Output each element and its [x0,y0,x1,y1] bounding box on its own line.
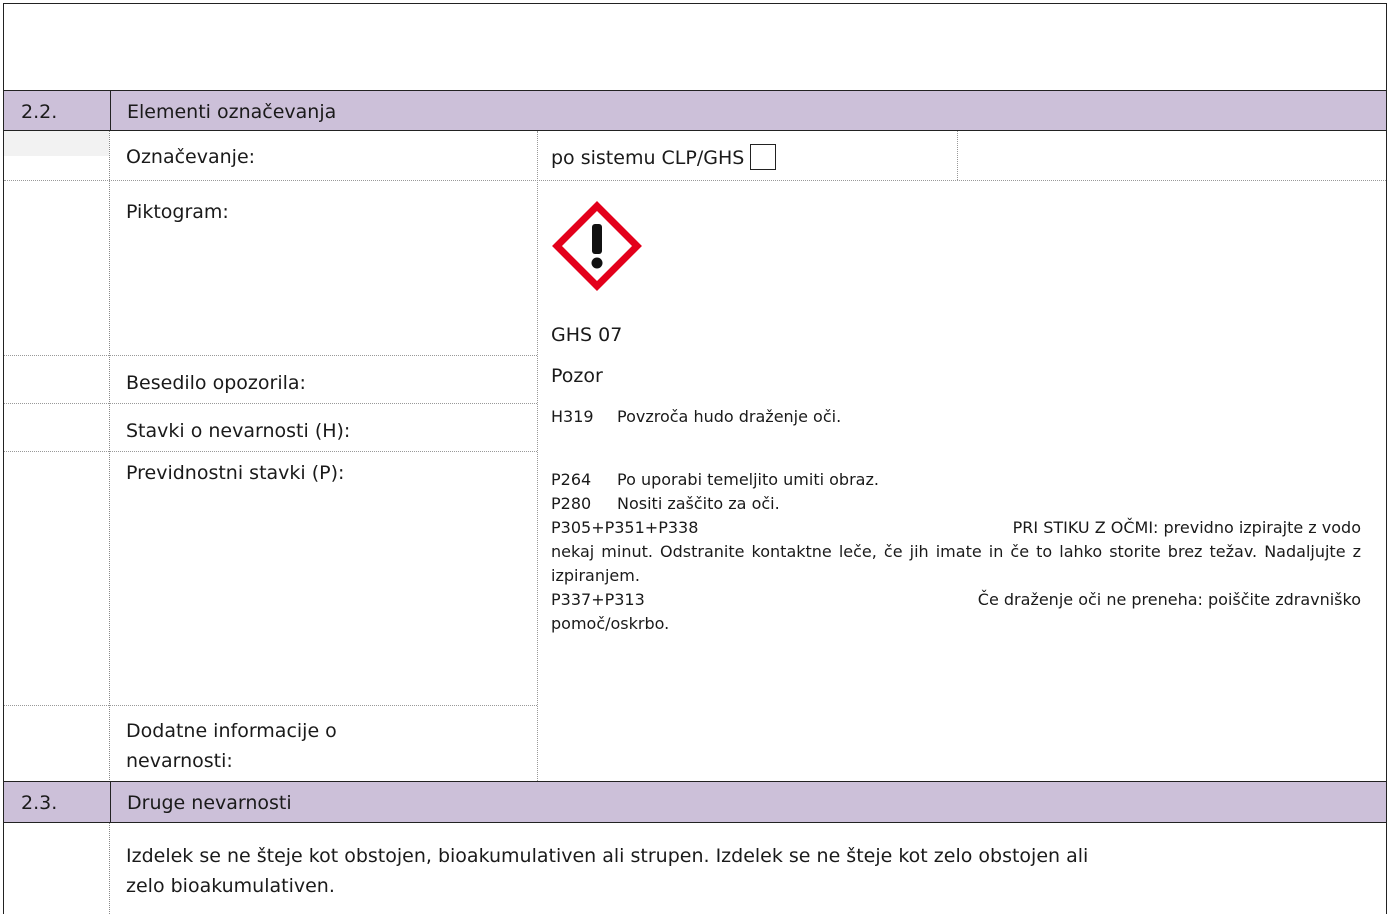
ghs07-exclamation-icon [552,201,642,291]
pictogram-label: Piktogram: [126,201,229,223]
signal-word-label: Besedilo opozorila: [126,372,306,394]
p280-line: P280 Nositi zaščito za oči. [551,492,1361,516]
section-header-2-3: 2.3. Druge nevarnosti [3,781,1387,823]
additional-info-line1: Dodatne informacije o [126,720,337,742]
other-hazards-line2: zelo bioakumulativen. [126,875,335,897]
other-hazards-text: Izdelek se ne šteje kot obstojen, bioaku… [126,841,1088,901]
additional-info-line2: nevarnosti: [126,750,233,772]
row-divider [4,705,537,706]
hazard-statements-label: Stavki o nevarnosti (H): [126,420,351,442]
section-header-2-2: 2.2. Elementi označevanja [3,90,1387,131]
p-code: P337+P313 [551,590,645,609]
additional-info-label: Dodatne informacije o nevarnosti: [126,716,337,776]
pictogram-caption: GHS 07 [551,324,623,346]
section-number: 2.3. [21,792,58,814]
row-divider [4,355,537,356]
col3-divider [957,131,958,180]
col2-divider [537,131,538,781]
precautionary-statements-block: P264 Po uporabi temeljito umiti obraz. P2… [551,468,1361,636]
p305-continuation: nekaj minut. Odstranite kontaktne leče, … [551,542,1361,585]
p305-first-line: P305+P351+P338 PRI STIKU Z OČMI: previdno… [551,516,1361,540]
labeling-row-bg [4,131,109,156]
labeling-value: po sistemu CLP/GHS [551,144,777,171]
labeling-label: Označevanje: [126,146,256,168]
h-text: Povzroča hudo draženje oči. [617,407,842,426]
header-divider [110,91,111,130]
p-code: P264 [551,470,592,489]
p337-continuation: pomoč/oskrbo. [551,614,670,633]
section-title: Druge nevarnosti [127,792,292,814]
p337-first-line: P337+P313 Če draženje oči ne preneha: poi… [551,588,1361,612]
h-code: H319 [551,407,594,426]
other-hazards-line1: Izdelek se ne šteje kot obstojen, bioaku… [126,845,1089,867]
p-code: P305+P351+P338 [551,518,699,537]
section-title: Elementi označevanja [127,101,337,123]
top-empty-box [3,3,1387,91]
p-text: PRI STIKU Z OČMI: previdno izpirajte z v… [1012,518,1361,537]
row-divider [4,451,537,452]
header-divider [110,782,111,822]
clp-checkbox[interactable] [750,144,777,170]
section-number: 2.2. [21,101,58,123]
labeling-value-text: po sistemu CLP/GHS [551,147,745,169]
signal-word-value: Pozor [551,365,603,387]
p-text: Po uporabi temeljito umiti obraz. [617,470,879,489]
p264-line: P264 Po uporabi temeljito umiti obraz. [551,468,1361,492]
precautionary-statements-label: Previdnostni stavki (P): [126,462,345,484]
p-text: Če draženje oči ne preneha: poiščite zdr… [977,590,1361,609]
row-divider [4,403,537,404]
p-code: P280 [551,494,592,513]
p-text: Nositi zaščito za oči. [617,494,780,513]
row-divider [4,180,1386,181]
